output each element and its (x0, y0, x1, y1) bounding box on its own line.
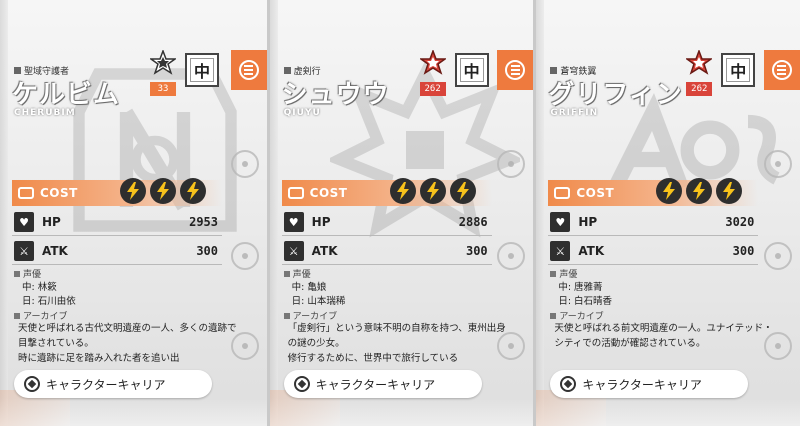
sword-icon: ⚔ (550, 241, 571, 261)
compass-icon (763, 150, 792, 178)
character-compare-screen: 聖域守護者 ケルビム CHERUBIM 33 中 COST ♥ HP 2953 (0, 0, 800, 426)
target-icon (763, 242, 792, 270)
lightning-icon (120, 178, 146, 204)
rank-level: 262 (686, 82, 713, 96)
career-button[interactable]: キャラクターキャリア (14, 370, 212, 398)
lightning-icon (180, 178, 206, 204)
character-name: グリフィン (548, 80, 683, 110)
hp-value: 3020 (725, 215, 755, 229)
lightning-icon (716, 178, 743, 204)
hp-value: 2886 (458, 215, 488, 229)
character-card-griffin: 蒼穹鉄翼 グリフィン GRIFFIN 262 中 COST ♥ HP 3020 (533, 0, 800, 426)
rank-level: 262 (419, 82, 446, 96)
atk-value: 300 (465, 244, 488, 258)
rank-badge: 33 (148, 48, 178, 96)
list-icon (238, 60, 259, 80)
character-name: シュウウ (281, 80, 390, 110)
size-class-badge: 中 (185, 53, 219, 87)
rank-star-icon (148, 48, 178, 75)
square-icon (550, 67, 558, 74)
voice-actor-cn: 中: 唐雅菁 (558, 282, 603, 293)
square-icon (14, 312, 20, 319)
hp-value: 2953 (189, 215, 218, 229)
career-button[interactable]: キャラクターキャリア (550, 370, 749, 398)
heart-icon: ♥ (14, 212, 34, 232)
atk-value: 300 (732, 244, 755, 258)
atk-row: ⚔ ATK 300 (12, 238, 222, 265)
heart-icon: ♥ (283, 212, 304, 232)
menu-button[interactable] (497, 50, 534, 90)
rank-badge: 262 (418, 48, 447, 96)
archive-description: 「虚剣行」という意味不明の自称を持つ、東州出身の謎の少女。 修行するために、世界… (287, 323, 506, 364)
lightning-icon (389, 178, 416, 204)
voice-actor-cn: 中: 林簌 (22, 282, 57, 293)
character-name: ケルビム (12, 80, 121, 110)
voice-actor-jp: 日: 石川由依 (22, 296, 76, 307)
rank-badge: 262 (684, 48, 714, 96)
voice-actor-cn: 中: 亀娘 (291, 282, 327, 293)
compass-icon (230, 150, 259, 178)
character-romaji: QIUYU (283, 108, 321, 118)
cost-icon (18, 187, 34, 199)
archive-description: 天使と呼ばれる前文明遺産の一人。ユナイテッド・シティでの活動が確認されている。 (554, 323, 773, 349)
cost-row: COST (12, 178, 222, 206)
cost-icon (287, 187, 304, 199)
character-romaji: GRIFFIN (550, 108, 599, 118)
target-icon (497, 242, 526, 270)
hp-row: ♥ HP 2886 (281, 209, 492, 236)
career-icon (293, 376, 310, 392)
list-icon (771, 60, 792, 80)
lightning-icon (150, 178, 176, 204)
cost-icon (554, 187, 571, 199)
sword-icon: ⚔ (14, 241, 34, 261)
square-icon (550, 270, 557, 277)
square-icon (14, 67, 21, 74)
target-icon (230, 242, 259, 270)
list-icon (505, 60, 526, 80)
compass-icon (497, 150, 526, 178)
lightning-icon (419, 178, 446, 204)
hp-row: ♥ HP 3020 (548, 209, 759, 236)
character-romaji: CHERUBIM (14, 108, 76, 118)
voice-actor-jp: 日: 山本瑞稀 (291, 296, 346, 307)
hp-row: ♥ HP 2953 (12, 209, 222, 236)
size-class-badge: 中 (454, 53, 489, 87)
sword-icon: ⚔ (283, 241, 304, 261)
archive-description: 天使と呼ばれる古代文明遺産の一人、多くの遺跡で目撃されている。 時に遺跡に足を踏… (18, 323, 237, 364)
square-icon (283, 67, 291, 74)
rank-star-icon (418, 48, 447, 75)
career-icon (24, 376, 40, 392)
square-icon (14, 270, 20, 277)
voice-actor-jp: 日: 白石晴香 (558, 296, 613, 307)
menu-button[interactable] (230, 50, 267, 90)
lightning-icon (449, 178, 476, 204)
heart-icon: ♥ (550, 212, 571, 232)
lightning-icon (686, 178, 713, 204)
cost-row: COST (548, 178, 759, 206)
character-card-qiuyu: 虚剣行 シュウウ QIUYU 262 中 COST ♥ HP 2886 ⚔ AT… (266, 0, 534, 426)
size-class-badge: 中 (721, 53, 756, 87)
cost-bolts (120, 178, 206, 204)
atk-value: 300 (196, 244, 218, 258)
atk-row: ⚔ ATK 300 (548, 238, 759, 265)
rank-star-icon (684, 48, 714, 75)
square-icon (283, 270, 290, 277)
menu-button[interactable] (763, 50, 800, 90)
career-icon (560, 376, 577, 392)
square-icon (550, 312, 557, 319)
career-button[interactable]: キャラクターキャリア (283, 370, 482, 398)
square-icon (283, 312, 290, 319)
character-card-cherubim: 聖域守護者 ケルビム CHERUBIM 33 中 COST ♥ HP 2953 (0, 0, 267, 426)
cost-bolts (389, 178, 476, 204)
cost-bolts (656, 178, 743, 204)
cost-row: COST (281, 178, 492, 206)
rank-level: 33 (150, 82, 176, 96)
lightning-icon (656, 178, 683, 204)
atk-row: ⚔ ATK 300 (281, 238, 492, 265)
